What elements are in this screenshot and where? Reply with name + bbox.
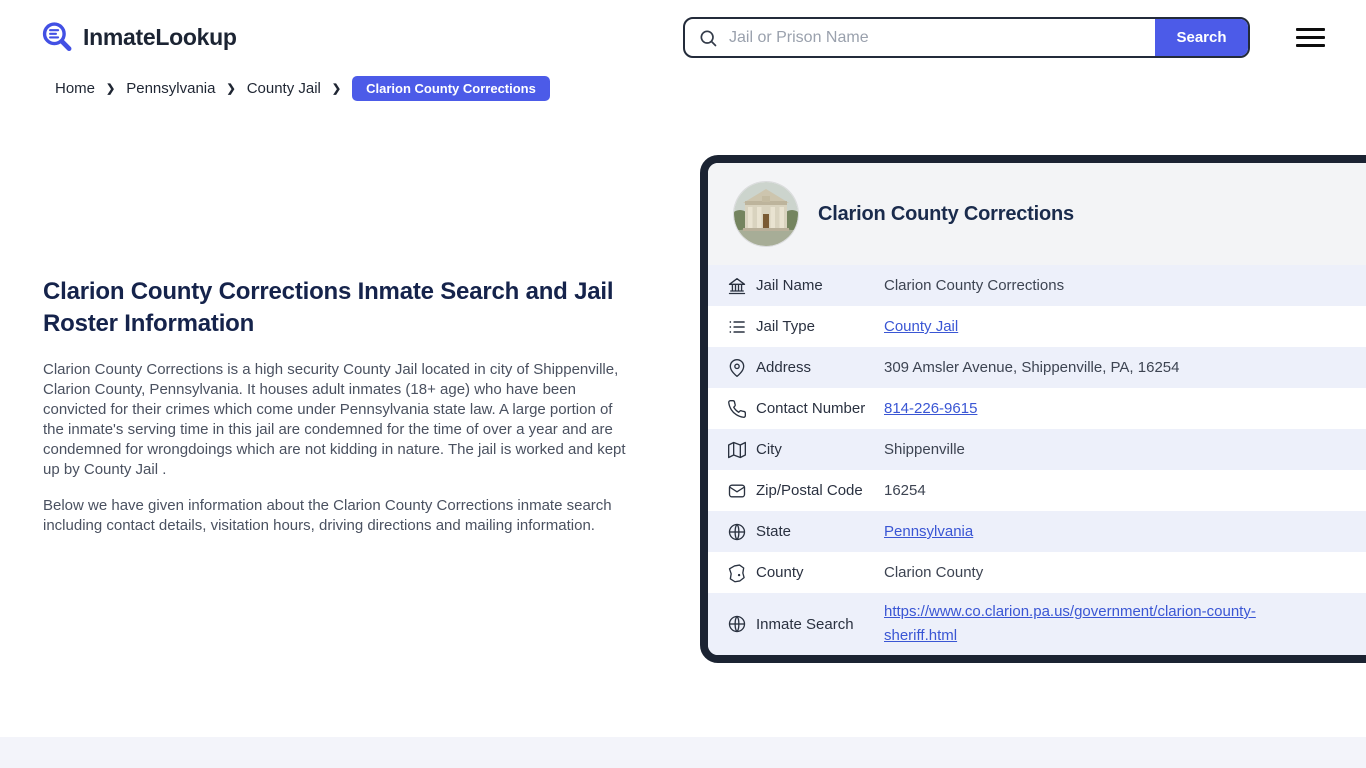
jail-card-header: Clarion County Corrections	[708, 163, 1366, 265]
jail-card-title: Clarion County Corrections	[818, 202, 1074, 225]
county-map-icon	[727, 563, 747, 583]
row-label: State	[756, 523, 792, 540]
state-link[interactable]: Pennsylvania	[884, 523, 973, 540]
row-value: 309 Amsler Avenue, Shippenville, PA, 162…	[884, 359, 1180, 376]
jail-info-card: Clarion County Corrections Jail Name Cla…	[700, 155, 1366, 663]
row-state: State Pennsylvania	[708, 511, 1366, 552]
search-input[interactable]	[727, 19, 1155, 56]
info-paragraph: Below we have given information about th…	[43, 497, 612, 534]
row-city: City Shippenville	[708, 429, 1366, 470]
row-jail-type: Jail Type County Jail	[708, 306, 1366, 347]
contact-number-link[interactable]: 814-226-9615	[884, 400, 977, 417]
row-zip-code: Zip/Postal Code 16254	[708, 470, 1366, 511]
row-label: Jail Name	[756, 277, 823, 294]
chevron-right-icon: ❯	[226, 83, 236, 95]
menu-hamburger-icon[interactable]	[1296, 28, 1325, 47]
inmate-search-link[interactable]: https://www.co.clarion.pa.us/government/…	[884, 600, 1328, 648]
row-label: County	[756, 564, 804, 581]
jail-type-link[interactable]: County Jail	[884, 318, 958, 335]
row-address: Address 309 Amsler Avenue, Shippenville,…	[708, 347, 1366, 388]
row-value: Clarion County	[884, 564, 984, 581]
row-value: 16254	[884, 482, 926, 499]
row-county: County Clarion County	[708, 552, 1366, 593]
row-label: City	[756, 441, 782, 458]
map-icon	[727, 440, 747, 460]
footer-strip	[0, 737, 1366, 768]
chevron-right-icon: ❯	[106, 83, 116, 95]
breadcrumb-current-badge: Clarion County Corrections	[352, 76, 550, 101]
row-contact-number: Contact Number 814-226-9615	[708, 388, 1366, 429]
brand-logo[interactable]: InmateLookup	[40, 20, 237, 54]
row-value: Shippenville	[884, 441, 965, 458]
chevron-right-icon: ❯	[331, 83, 342, 95]
bank-icon	[727, 276, 747, 296]
breadcrumb-home[interactable]: Home	[55, 80, 95, 97]
row-value: Clarion County Corrections	[884, 277, 1065, 294]
map-pin-icon	[727, 358, 747, 378]
intro-paragraph: Clarion County Corrections is a high sec…	[43, 361, 626, 478]
jail-photo-avatar	[734, 182, 798, 246]
phone-icon	[727, 399, 747, 419]
search-button[interactable]: Search	[1155, 19, 1248, 56]
breadcrumb: Home ❯ Pennsylvania ❯ County Jail ❯ Clar…	[55, 76, 550, 101]
breadcrumb-pennsylvania[interactable]: Pennsylvania	[126, 80, 215, 97]
magnifier-list-icon	[40, 20, 74, 54]
globe-icon	[727, 522, 747, 542]
row-label: Address	[756, 359, 812, 376]
row-label: Contact Number	[756, 400, 866, 417]
row-label: Inmate Search	[756, 615, 854, 633]
row-label: Jail Type	[756, 318, 815, 335]
page-title: Clarion County Corrections Inmate Search…	[43, 278, 614, 337]
search-icon	[685, 19, 727, 56]
row-jail-name: Jail Name Clarion County Corrections	[708, 265, 1366, 306]
globe-icon	[727, 614, 747, 634]
envelope-icon	[727, 481, 747, 501]
row-label: Zip/Postal Code	[756, 482, 863, 499]
breadcrumb-county-jail[interactable]: County Jail	[247, 80, 321, 97]
row-inmate-search: Inmate Search https://www.co.clarion.pa.…	[708, 593, 1366, 655]
brand-name: InmateLookup	[83, 23, 237, 50]
list-icon	[727, 317, 747, 337]
main-content: Clarion County Corrections Inmate Search…	[43, 276, 637, 552]
jail-search-bar: Search	[683, 17, 1250, 58]
